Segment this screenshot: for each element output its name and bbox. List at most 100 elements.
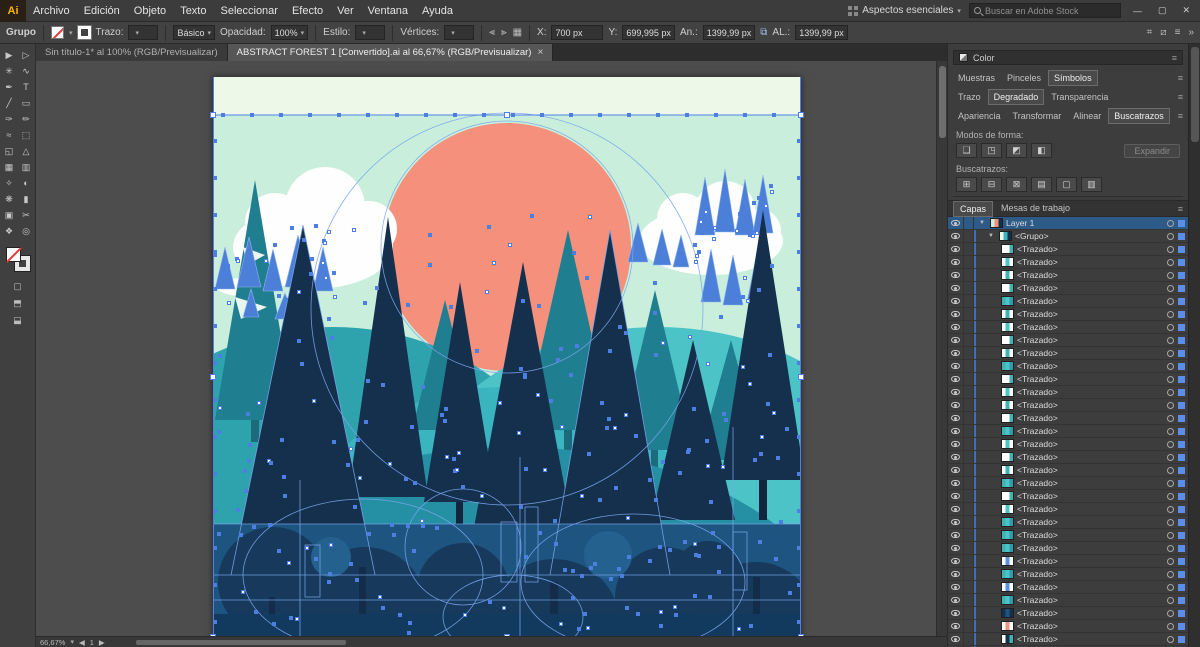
visibility-toggle[interactable] — [948, 451, 964, 463]
layer-row[interactable]: <Trazado> — [948, 295, 1188, 308]
anchor-point[interactable] — [569, 373, 573, 377]
fill-swatch[interactable] — [51, 26, 64, 39]
bbox-handle[interactable] — [210, 634, 216, 636]
anchor-point[interactable] — [693, 542, 697, 546]
anchor-point[interactable] — [521, 299, 525, 303]
visibility-toggle[interactable] — [948, 542, 964, 554]
anchor-point[interactable] — [309, 272, 313, 276]
transform-icon[interactable]: ⌗ — [1147, 27, 1153, 38]
anchor-point[interactable] — [572, 251, 576, 255]
visibility-toggle[interactable] — [948, 412, 964, 424]
visibility-toggle[interactable] — [948, 386, 964, 398]
lock-column[interactable] — [964, 399, 974, 411]
anchor-point[interactable] — [327, 230, 331, 234]
anchor-point[interactable] — [769, 184, 773, 188]
anchor-point[interactable] — [282, 475, 286, 479]
anchor-point[interactable] — [346, 463, 350, 467]
visibility-toggle[interactable] — [948, 555, 964, 567]
anchor-point[interactable] — [435, 526, 439, 530]
anchor-point[interactable] — [688, 335, 692, 339]
visibility-toggle[interactable] — [948, 269, 964, 281]
target-circle[interactable] — [1167, 363, 1174, 370]
anchor-point[interactable] — [277, 549, 281, 553]
layer-row[interactable]: <Trazado> — [948, 360, 1188, 373]
anchor-point[interactable] — [536, 393, 540, 397]
layer-row[interactable]: <Trazado> — [948, 464, 1188, 477]
anchor-point[interactable] — [408, 621, 412, 625]
anchor-point[interactable] — [213, 620, 217, 624]
anchor-point[interactable] — [722, 412, 726, 416]
anchor-point[interactable] — [717, 545, 721, 549]
panel-menu-icon[interactable]: ≡ — [1178, 111, 1183, 121]
anchor-point[interactable] — [511, 113, 515, 117]
x-field[interactable]: 700 px — [551, 25, 603, 40]
fill-stroke-control[interactable] — [6, 247, 30, 271]
anchor-point[interactable] — [694, 553, 698, 557]
anchor-point[interactable] — [668, 548, 672, 552]
anchor-point[interactable] — [406, 524, 410, 528]
anchor-point[interactable] — [519, 505, 523, 509]
anchor-point[interactable] — [656, 113, 660, 117]
app-logo[interactable]: Ai — [0, 0, 26, 22]
mesh-tool[interactable]: ▦ — [1, 159, 18, 175]
panel-menu-icon[interactable]: ≡ — [1178, 92, 1183, 102]
anchor-point[interactable] — [580, 574, 584, 578]
anchor-point[interactable] — [213, 139, 217, 143]
hand-tool[interactable]: ❖ — [1, 223, 18, 239]
screen-mode-button[interactable]: ⬓ — [13, 315, 22, 326]
anchor-point[interactable] — [569, 113, 573, 117]
anchor-point[interactable] — [653, 281, 657, 285]
anchor-point[interactable] — [797, 435, 801, 439]
layer-row[interactable]: <Trazado> — [948, 620, 1188, 633]
anchor-point[interactable] — [559, 622, 563, 626]
target-circle[interactable] — [1167, 571, 1174, 578]
visibility-toggle[interactable] — [948, 321, 964, 333]
anchor-point[interactable] — [724, 418, 728, 422]
visibility-toggle[interactable] — [948, 503, 964, 515]
layer-row[interactable]: <Trazado> — [948, 477, 1188, 490]
rectangle-tool[interactable]: ▭ — [18, 95, 35, 111]
align-icons[interactable]: ⫷⫸▦ — [489, 27, 522, 38]
zoom-tool[interactable]: ◎ — [18, 223, 35, 239]
panel-tab-simbolos[interactable]: Símbolos — [1048, 70, 1098, 86]
anchor-point[interactable] — [352, 228, 356, 232]
width-field[interactable]: 1399,99 px — [703, 25, 756, 40]
panel-tab-buscatrazos[interactable]: Buscatrazos — [1108, 108, 1170, 124]
free-transform-tool[interactable]: ⬚ — [18, 127, 35, 143]
target-circle[interactable] — [1167, 259, 1174, 266]
anchor-point[interactable] — [543, 468, 547, 472]
menu-archivo[interactable]: Archivo — [26, 0, 77, 22]
visibility-toggle[interactable] — [948, 217, 964, 229]
anchor-point[interactable] — [708, 595, 712, 599]
anchor-point[interactable] — [717, 570, 721, 574]
anchor-point[interactable] — [757, 288, 761, 292]
layer-row[interactable]: ▼<Grupo> — [948, 230, 1188, 243]
anchor-point[interactable] — [363, 301, 367, 305]
lock-column[interactable] — [964, 321, 974, 333]
target-circle[interactable] — [1167, 454, 1174, 461]
visibility-toggle[interactable] — [948, 282, 964, 294]
anchor-point[interactable] — [388, 462, 392, 466]
layer-row[interactable]: <Trazado> — [948, 529, 1188, 542]
anchor-point[interactable] — [226, 264, 230, 268]
anchor-point[interactable] — [300, 362, 304, 366]
anchor-point[interactable] — [273, 243, 277, 247]
anchor-point[interactable] — [492, 261, 496, 265]
merge-button[interactable]: ⊠ — [1006, 177, 1027, 192]
panel-tab-pinceles[interactable]: Pinceles — [1002, 71, 1046, 85]
anchor-point[interactable] — [705, 439, 709, 443]
anchor-point[interactable] — [323, 241, 327, 245]
panel-tab-degradado[interactable]: Degradado — [988, 89, 1045, 105]
anchor-point[interactable] — [654, 353, 658, 357]
anchor-point[interactable] — [284, 298, 288, 302]
anchor-point[interactable] — [711, 531, 715, 535]
anchor-point[interactable] — [302, 238, 306, 242]
anchor-point[interactable] — [607, 417, 611, 421]
anchor-point[interactable] — [648, 478, 652, 482]
anchor-point[interactable] — [605, 426, 609, 430]
lasso-tool[interactable]: ∿ — [18, 63, 35, 79]
anchor-point[interactable] — [221, 113, 225, 117]
anchor-point[interactable] — [559, 347, 563, 351]
anchor-point[interactable] — [314, 224, 318, 228]
column-graph-tool[interactable]: ▮ — [18, 191, 35, 207]
